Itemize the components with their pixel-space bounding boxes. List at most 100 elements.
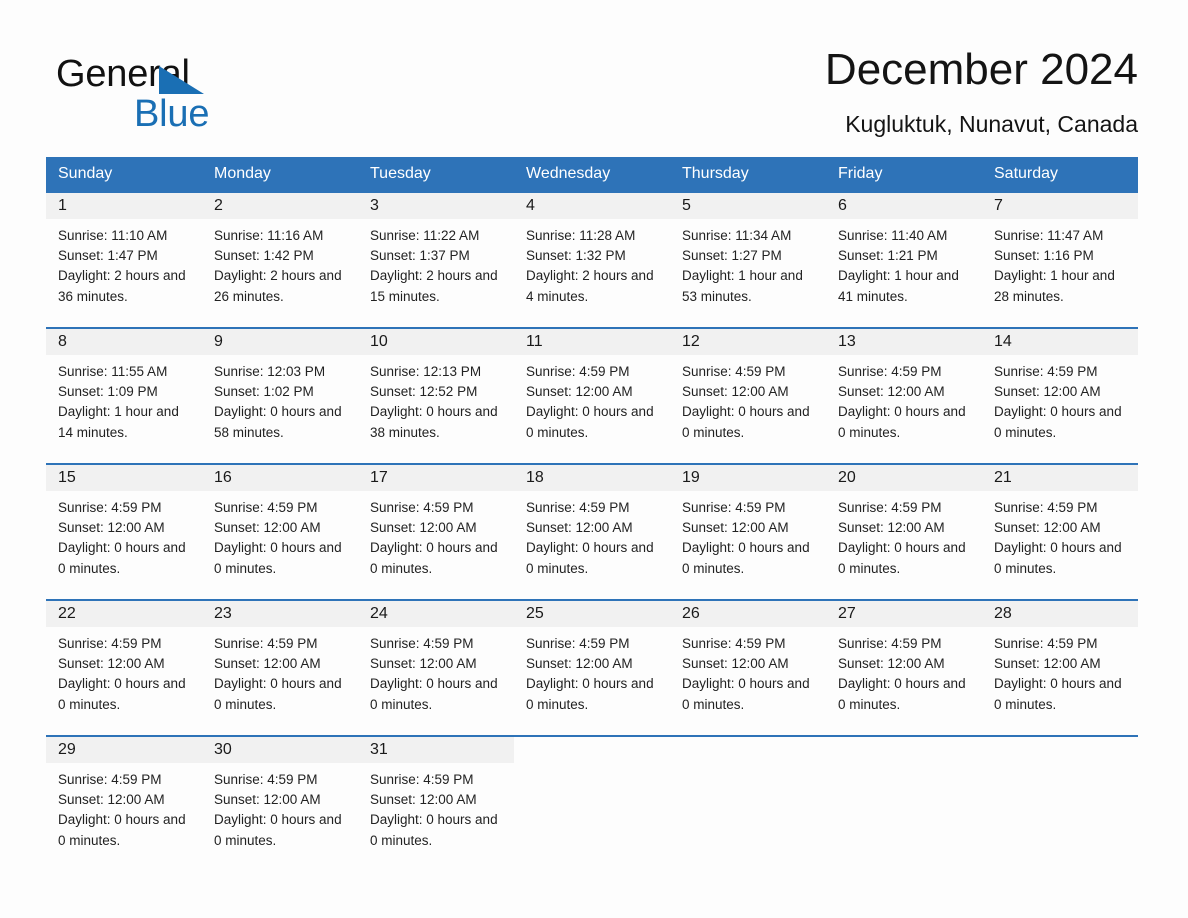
day-details: Sunrise: 4:59 PM Sunset: 12:00 AM Daylig… — [982, 491, 1138, 579]
day-number-band: 23 — [202, 601, 358, 627]
day-cell[interactable]: 13 Sunrise: 4:59 PM Sunset: 12:00 AM Day… — [826, 327, 982, 464]
page-header: General Blue December 2024 Kugluktuk, Nu… — [46, 42, 1138, 146]
day-number-band: 26 — [670, 601, 826, 627]
day-details: Sunrise: 4:59 PM Sunset: 12:00 AM Daylig… — [826, 355, 982, 443]
day-number-band: 31 — [358, 737, 514, 763]
sunset-text: Sunset: 12:00 AM — [682, 520, 789, 536]
day-cell[interactable]: 22 Sunrise: 4:59 PM Sunset: 12:00 AM Day… — [46, 599, 202, 736]
sunrise-text: Sunrise: 4:59 PM — [682, 500, 786, 515]
daylight-text: Daylight: 0 hours and 0 minutes. — [682, 540, 810, 576]
day-cell[interactable]: 12 Sunrise: 4:59 PM Sunset: 12:00 AM Day… — [670, 327, 826, 464]
day-cell[interactable]: 10 Sunrise: 12:13 PM Sunset: 12:52 PM Da… — [358, 327, 514, 464]
day-cell[interactable]: 14 Sunrise: 4:59 PM Sunset: 12:00 AM Day… — [982, 327, 1138, 464]
day-cell[interactable]: 7 Sunrise: 11:47 AM Sunset: 1:16 PM Dayl… — [982, 191, 1138, 328]
day-cell[interactable]: 9 Sunrise: 12:03 PM Sunset: 1:02 PM Dayl… — [202, 327, 358, 464]
sunrise-text: Sunrise: 11:10 AM — [58, 228, 168, 243]
day-cell[interactable]: 8 Sunrise: 11:55 AM Sunset: 1:09 PM Dayl… — [46, 327, 202, 464]
day-details: Sunrise: 12:13 PM Sunset: 12:52 PM Dayli… — [358, 355, 514, 443]
day-number-band: 13 — [826, 329, 982, 355]
day-cell[interactable]: 26 Sunrise: 4:59 PM Sunset: 12:00 AM Day… — [670, 599, 826, 736]
calendar-week-row: 8 Sunrise: 11:55 AM Sunset: 1:09 PM Dayl… — [46, 327, 1138, 464]
weekday-header-tuesday: Tuesday — [358, 157, 514, 192]
day-details: Sunrise: 11:28 AM Sunset: 1:32 PM Daylig… — [514, 219, 670, 307]
day-number-band: 6 — [826, 193, 982, 219]
daylight-text: Daylight: 0 hours and 0 minutes. — [370, 676, 498, 712]
day-details: Sunrise: 4:59 PM Sunset: 12:00 AM Daylig… — [982, 355, 1138, 443]
sunrise-text: Sunrise: 11:16 AM — [214, 228, 324, 243]
sunset-text: Sunset: 12:00 AM — [682, 656, 789, 672]
daylight-text: Daylight: 0 hours and 0 minutes. — [682, 404, 810, 440]
daylight-text: Daylight: 0 hours and 0 minutes. — [58, 676, 186, 712]
day-cell[interactable]: 5 Sunrise: 11:34 AM Sunset: 1:27 PM Dayl… — [670, 191, 826, 328]
day-cell[interactable]: 19 Sunrise: 4:59 PM Sunset: 12:00 AM Day… — [670, 463, 826, 600]
sunrise-text: Sunrise: 12:03 PM — [214, 364, 326, 379]
sunset-text: Sunset: 1:37 PM — [370, 248, 470, 264]
day-number: 30 — [214, 741, 232, 758]
calendar-header-row: Sunday Monday Tuesday Wednesday Thursday… — [46, 157, 1138, 192]
day-cell[interactable]: 18 Sunrise: 4:59 PM Sunset: 12:00 AM Day… — [514, 463, 670, 600]
day-number: 11 — [526, 333, 543, 350]
day-details: Sunrise: 4:59 PM Sunset: 12:00 AM Daylig… — [826, 627, 982, 715]
day-details: Sunrise: 11:10 AM Sunset: 1:47 PM Daylig… — [46, 219, 202, 307]
sunrise-text: Sunrise: 4:59 PM — [682, 364, 786, 379]
sunset-text: Sunset: 12:00 AM — [214, 792, 321, 808]
sunset-text: Sunset: 12:00 AM — [58, 656, 165, 672]
weekday-header-monday: Monday — [202, 157, 358, 192]
day-details: Sunrise: 11:22 AM Sunset: 1:37 PM Daylig… — [358, 219, 514, 307]
day-cell[interactable]: 17 Sunrise: 4:59 PM Sunset: 12:00 AM Day… — [358, 463, 514, 600]
daylight-text: Daylight: 0 hours and 0 minutes. — [838, 540, 966, 576]
sunrise-sunset-calendar: Sunday Monday Tuesday Wednesday Thursday… — [46, 157, 1138, 871]
day-cell[interactable]: 4 Sunrise: 11:28 AM Sunset: 1:32 PM Dayl… — [514, 191, 670, 328]
daylight-text: Daylight: 0 hours and 58 minutes. — [214, 404, 342, 440]
day-number-band: 4 — [514, 193, 670, 219]
daylight-text: Daylight: 0 hours and 0 minutes. — [526, 676, 654, 712]
sunset-text: Sunset: 12:00 AM — [682, 384, 789, 400]
sunset-text: Sunset: 1:02 PM — [214, 384, 314, 400]
day-number: 1 — [58, 197, 67, 214]
day-cell[interactable]: 1 Sunrise: 11:10 AM Sunset: 1:47 PM Dayl… — [46, 191, 202, 328]
sunset-text: Sunset: 12:00 AM — [526, 520, 633, 536]
daylight-text: Daylight: 0 hours and 0 minutes. — [58, 812, 186, 848]
day-cell[interactable]: 16 Sunrise: 4:59 PM Sunset: 12:00 AM Day… — [202, 463, 358, 600]
day-number-band: 9 — [202, 329, 358, 355]
daylight-text: Daylight: 0 hours and 0 minutes. — [370, 812, 498, 848]
day-cell[interactable]: 27 Sunrise: 4:59 PM Sunset: 12:00 AM Day… — [826, 599, 982, 736]
day-cell[interactable]: 30 Sunrise: 4:59 PM Sunset: 12:00 AM Day… — [202, 735, 358, 871]
day-number-band: 7 — [982, 193, 1138, 219]
sunset-text: Sunset: 1:32 PM — [526, 248, 626, 264]
day-cell[interactable]: 21 Sunrise: 4:59 PM Sunset: 12:00 AM Day… — [982, 463, 1138, 600]
day-cell[interactable]: 29 Sunrise: 4:59 PM Sunset: 12:00 AM Day… — [46, 735, 202, 871]
sunrise-text: Sunrise: 4:59 PM — [682, 636, 786, 651]
day-details: Sunrise: 4:59 PM Sunset: 12:00 AM Daylig… — [358, 491, 514, 579]
day-cell[interactable]: 24 Sunrise: 4:59 PM Sunset: 12:00 AM Day… — [358, 599, 514, 736]
day-cell[interactable]: 25 Sunrise: 4:59 PM Sunset: 12:00 AM Day… — [514, 599, 670, 736]
sunrise-text: Sunrise: 4:59 PM — [58, 500, 162, 515]
day-details: Sunrise: 11:40 AM Sunset: 1:21 PM Daylig… — [826, 219, 982, 307]
day-number: 27 — [838, 605, 856, 622]
day-cell[interactable]: 2 Sunrise: 11:16 AM Sunset: 1:42 PM Dayl… — [202, 191, 358, 328]
day-cell[interactable]: 20 Sunrise: 4:59 PM Sunset: 12:00 AM Day… — [826, 463, 982, 600]
daylight-text: Daylight: 0 hours and 0 minutes. — [994, 404, 1122, 440]
generalblue-logo[interactable]: General Blue — [56, 52, 256, 138]
day-number-band: 19 — [670, 465, 826, 491]
day-number-band: 25 — [514, 601, 670, 627]
sunset-text: Sunset: 1:42 PM — [214, 248, 314, 264]
day-number-band: 12 — [670, 329, 826, 355]
sunset-text: Sunset: 1:47 PM — [58, 248, 158, 264]
sunrise-text: Sunrise: 4:59 PM — [526, 364, 630, 379]
day-cell[interactable]: 3 Sunrise: 11:22 AM Sunset: 1:37 PM Dayl… — [358, 191, 514, 328]
day-details: Sunrise: 4:59 PM Sunset: 12:00 AM Daylig… — [982, 627, 1138, 715]
sunrise-text: Sunrise: 4:59 PM — [370, 772, 474, 787]
day-cell[interactable]: 23 Sunrise: 4:59 PM Sunset: 12:00 AM Day… — [202, 599, 358, 736]
day-number-band: 24 — [358, 601, 514, 627]
daylight-text: Daylight: 2 hours and 26 minutes. — [214, 268, 342, 304]
day-cell[interactable]: 28 Sunrise: 4:59 PM Sunset: 12:00 AM Day… — [982, 599, 1138, 736]
calendar-body: 1 Sunrise: 11:10 AM Sunset: 1:47 PM Dayl… — [46, 191, 1138, 871]
daylight-text: Daylight: 0 hours and 0 minutes. — [994, 676, 1122, 712]
day-cell[interactable]: 6 Sunrise: 11:40 AM Sunset: 1:21 PM Dayl… — [826, 191, 982, 328]
daylight-text: Daylight: 1 hour and 41 minutes. — [838, 268, 959, 304]
day-cell[interactable]: 11 Sunrise: 4:59 PM Sunset: 12:00 AM Day… — [514, 327, 670, 464]
day-cell[interactable]: 15 Sunrise: 4:59 PM Sunset: 12:00 AM Day… — [46, 463, 202, 600]
day-number-band: 30 — [202, 737, 358, 763]
day-cell[interactable]: 31 Sunrise: 4:59 PM Sunset: 12:00 AM Day… — [358, 735, 514, 871]
